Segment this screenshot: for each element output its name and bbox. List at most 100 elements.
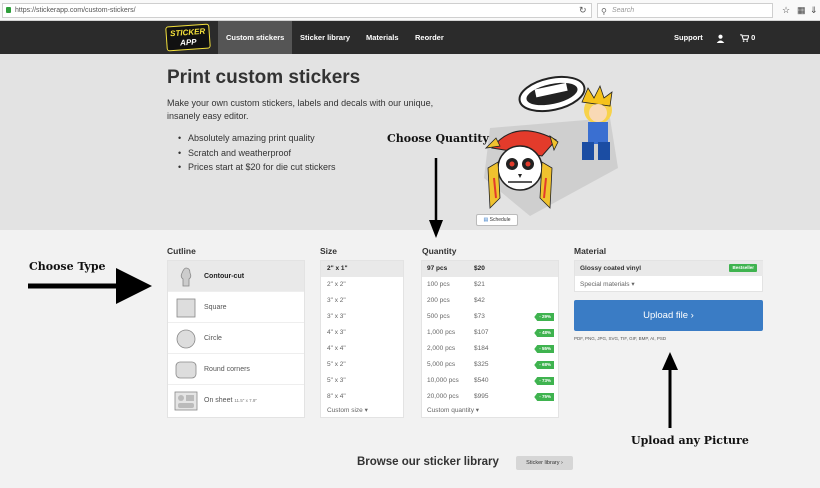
quantity-option[interactable]: 200 pcs $42 bbox=[422, 293, 558, 309]
size-option[interactable]: 5" x 3" bbox=[321, 373, 403, 389]
nav-reorder[interactable]: Reorder bbox=[407, 21, 452, 54]
material-option-selected[interactable]: Glossy coated vinyl Bestseller bbox=[575, 261, 763, 276]
caret-down-icon: ▾ bbox=[475, 407, 480, 414]
download-icon[interactable]: ⇓ bbox=[810, 4, 818, 16]
cutline-panel: Contour-cut Square Circle Round corners … bbox=[167, 260, 305, 418]
nav-custom-stickers[interactable]: Custom stickers bbox=[218, 21, 293, 54]
size-panel: 2" x 1" 2" x 2" 3" x 2" 3" x 3" 4" x 3" … bbox=[320, 260, 404, 418]
nav-sticker-library[interactable]: Sticker library bbox=[292, 21, 358, 54]
address-bar[interactable]: https://stickerapp.com/custom-stickers/ bbox=[2, 3, 592, 18]
quantity-pcs: 2,000 pcs bbox=[427, 345, 456, 352]
quantity-pcs: 100 pcs bbox=[427, 281, 450, 288]
sticker-library-label: Sticker library bbox=[526, 460, 560, 466]
schedule-button[interactable]: ▤ Schedule bbox=[476, 214, 518, 226]
custom-quantity-label: Custom quantity bbox=[427, 407, 474, 414]
quantity-pcs: 5,000 pcs bbox=[427, 361, 456, 368]
cart-count: 0 bbox=[751, 33, 756, 42]
quantity-option[interactable]: 100 pcs $21 bbox=[422, 277, 558, 293]
caret-down-icon: ▾ bbox=[631, 281, 635, 288]
quantity-option[interactable]: 500 pcs $73 - 29% bbox=[422, 309, 558, 325]
cart-button[interactable]: 0 bbox=[740, 21, 755, 54]
schedule-label: Schedule bbox=[489, 217, 511, 223]
feature-item: Absolutely amazing print quality bbox=[178, 131, 336, 146]
cutline-label: Square bbox=[204, 304, 227, 311]
quantity-price: $325 bbox=[474, 361, 489, 368]
reload-icon[interactable]: ↻ bbox=[579, 3, 587, 17]
discount-badge: - 29% bbox=[534, 313, 554, 321]
cutline-option-circle[interactable]: Circle bbox=[168, 323, 304, 354]
size-option[interactable]: 2" x 1" bbox=[321, 261, 403, 277]
material-title: Material bbox=[574, 246, 607, 256]
quantity-pcs: 500 pcs bbox=[427, 313, 450, 320]
quantity-price: $21 bbox=[474, 281, 485, 288]
quantity-option[interactable]: 1,000 pcs $107 - 48% bbox=[422, 325, 558, 341]
quantity-price: $73 bbox=[474, 313, 485, 320]
sheet-icon bbox=[174, 391, 198, 411]
material-selected-label: Glossy coated vinyl bbox=[580, 265, 642, 272]
browser-toolbar: https://stickerapp.com/custom-stickers/ … bbox=[0, 0, 820, 21]
quantity-price: $20 bbox=[474, 265, 485, 272]
browse-library-title: Browse our sticker library bbox=[357, 456, 499, 468]
upload-file-label: Upload file bbox=[643, 310, 689, 321]
square-icon bbox=[176, 298, 196, 318]
custom-quantity-dropdown[interactable]: Custom quantity ▾ bbox=[422, 403, 558, 419]
discount-badge: - 55% bbox=[534, 345, 554, 353]
annotation-choose-quantity: Choose Quantity bbox=[387, 132, 489, 145]
cutline-label: Circle bbox=[204, 335, 222, 342]
down-arrow-annotation bbox=[429, 158, 443, 238]
sticker-library-button[interactable]: Sticker library › bbox=[516, 456, 573, 470]
discount-badge: - 48% bbox=[534, 329, 554, 337]
search-icon: ⚲ bbox=[601, 7, 607, 16]
quantity-pcs: 200 pcs bbox=[427, 297, 450, 304]
special-materials-dropdown[interactable]: Special materials ▾ bbox=[575, 277, 763, 292]
reading-list-icon[interactable]: ▦ bbox=[797, 4, 806, 16]
nav-support[interactable]: Support bbox=[674, 21, 703, 54]
lock-icon bbox=[6, 7, 11, 13]
size-option[interactable]: 4" x 4" bbox=[321, 341, 403, 357]
quantity-pcs: 97 pcs bbox=[427, 265, 448, 272]
quantity-pcs: 1,000 pcs bbox=[427, 329, 456, 336]
material-panel: Glossy coated vinyl Bestseller Special m… bbox=[574, 260, 763, 292]
user-icon[interactable] bbox=[716, 21, 725, 54]
discount-badge: - 75% bbox=[534, 393, 554, 401]
quantity-option[interactable]: 10,000 pcs $540 - 73% bbox=[422, 373, 558, 389]
quantity-option[interactable]: 2,000 pcs $184 - 55% bbox=[422, 341, 558, 357]
contour-cut-icon bbox=[180, 267, 192, 287]
browser-search-input[interactable]: ⚲ Search bbox=[597, 3, 773, 18]
nav-materials[interactable]: Materials bbox=[358, 21, 407, 54]
size-title: Size bbox=[320, 246, 338, 256]
bookmark-star-icon[interactable]: ☆ bbox=[782, 4, 790, 16]
cutline-label: On sheet 11.5" x 7.9" bbox=[204, 397, 258, 404]
caret-down-icon: ▾ bbox=[364, 407, 368, 414]
size-option[interactable]: 2" x 2" bbox=[321, 277, 403, 293]
bestseller-badge: Bestseller bbox=[729, 264, 757, 272]
cutline-option-on-sheet[interactable]: On sheet 11.5" x 7.9" bbox=[168, 385, 304, 416]
quantity-option[interactable]: 97 pcs $20 bbox=[422, 261, 558, 277]
custom-size-dropdown[interactable]: Custom size ▾ bbox=[321, 403, 403, 419]
search-placeholder: Search bbox=[612, 7, 635, 14]
page-title: Print custom stickers bbox=[167, 67, 361, 88]
cutline-option-square[interactable]: Square bbox=[168, 292, 304, 323]
url-text: https://stickerapp.com/custom-stickers/ bbox=[15, 7, 136, 14]
discount-badge: - 73% bbox=[534, 377, 554, 385]
cutline-option-round-corners[interactable]: Round corners bbox=[168, 354, 304, 385]
size-option[interactable]: 5" x 2" bbox=[321, 357, 403, 373]
cutline-option-contour-cut[interactable]: Contour-cut bbox=[168, 261, 304, 292]
hero-description: Make your own custom stickers, labels an… bbox=[167, 98, 434, 121]
size-option[interactable]: 4" x 3" bbox=[321, 325, 403, 341]
quantity-price: $184 bbox=[474, 345, 489, 352]
feature-item: Scratch and weatherproof bbox=[178, 146, 336, 161]
stickerapp-logo[interactable]: STICKER APP bbox=[165, 23, 211, 52]
feature-item: Prices start at $20 for die cut stickers bbox=[178, 160, 336, 175]
discount-badge: - 68% bbox=[534, 361, 554, 369]
right-arrow-annotation bbox=[28, 268, 152, 304]
upload-file-button[interactable]: Upload file › bbox=[574, 300, 763, 331]
special-materials-label: Special materials bbox=[580, 281, 630, 288]
supported-formats: PDF, PNG, JPG, SVG, TIF, GIF, BMP, AI, P… bbox=[574, 336, 667, 341]
quantity-option[interactable]: 5,000 pcs $325 - 68% bbox=[422, 357, 558, 373]
size-option[interactable]: 3" x 2" bbox=[321, 293, 403, 309]
quantity-panel: 97 pcs $20 100 pcs $21 200 pcs $42 500 p… bbox=[421, 260, 559, 418]
quantity-title: Quantity bbox=[422, 246, 457, 256]
site-navbar: STICKER APP Custom stickers Sticker libr… bbox=[0, 21, 820, 54]
size-option[interactable]: 3" x 3" bbox=[321, 309, 403, 325]
